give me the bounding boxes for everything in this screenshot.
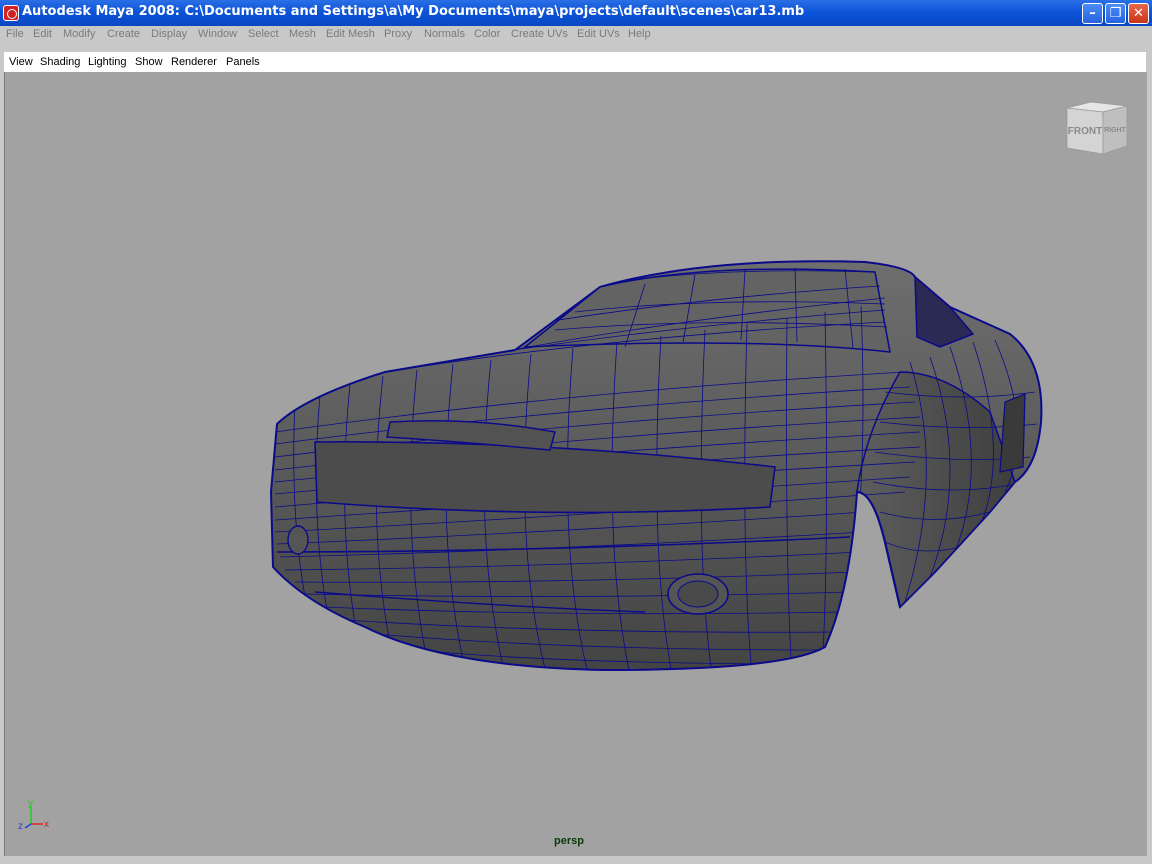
car-fog-light-left (287, 525, 309, 555)
z-axis-label: z (18, 821, 23, 832)
menu-normals[interactable]: Normals (424, 28, 465, 40)
menu-select[interactable]: Select (248, 28, 279, 40)
close-icon: ✕ (1133, 6, 1144, 21)
menu-edit[interactable]: Edit (33, 28, 52, 40)
panel-menu-shading[interactable]: Shading (40, 56, 80, 68)
menu-file[interactable]: File (6, 28, 24, 40)
main-menu-bar: File Edit Modify Create Display Window S… (0, 26, 1152, 44)
close-button[interactable]: ✕ (1128, 3, 1149, 24)
minimize-icon: – (1089, 6, 1096, 21)
minimize-button[interactable]: – (1082, 3, 1103, 24)
bottom-border (0, 856, 1152, 864)
menu-help[interactable]: Help (628, 28, 651, 40)
car-windshield (522, 268, 891, 353)
menu-proxy[interactable]: Proxy (384, 28, 412, 40)
camera-name-label: persp (554, 835, 584, 847)
car-fog-light-right-inner (677, 580, 719, 608)
menu-create-uvs[interactable]: Create UVs (511, 28, 568, 40)
restore-button[interactable]: ❐ (1105, 3, 1126, 24)
y-axis-label: y (28, 798, 33, 809)
menu-separator (0, 44, 1152, 52)
menu-mesh[interactable]: Mesh (289, 28, 316, 40)
perspective-viewport[interactable]: FRONT RIGHT y x z persp (4, 72, 1147, 856)
menu-window[interactable]: Window (198, 28, 237, 40)
axis-gizmo: y x z (18, 798, 49, 832)
restore-icon: ❐ (1109, 6, 1122, 21)
panel-menu-view[interactable]: View (9, 56, 33, 68)
menu-create[interactable]: Create (107, 28, 140, 40)
menu-display[interactable]: Display (151, 28, 187, 40)
panel-menu-panels[interactable]: Panels (226, 56, 260, 68)
window-title: Autodesk Maya 2008: C:\Documents and Set… (22, 4, 805, 19)
panel-menu-renderer[interactable]: Renderer (171, 56, 217, 68)
view-cube[interactable]: FRONT RIGHT (1061, 100, 1129, 160)
title-bar[interactable]: Autodesk Maya 2008: C:\Documents and Set… (0, 0, 1152, 26)
menu-modify[interactable]: Modify (63, 28, 95, 40)
panel-menu-show[interactable]: Show (135, 56, 163, 68)
view-cube-right-label: RIGHT (1104, 127, 1127, 134)
menu-edit-mesh[interactable]: Edit Mesh (326, 28, 375, 40)
x-axis-label: x (44, 819, 49, 830)
car-side-window (914, 275, 975, 348)
z-axis-line (24, 823, 32, 829)
view-cube-front-label: FRONT (1068, 126, 1102, 137)
car-mesh-model[interactable] (5, 72, 1147, 856)
menu-edit-uvs[interactable]: Edit UVs (577, 28, 620, 40)
menu-color[interactable]: Color (474, 28, 500, 40)
panel-menu-lighting[interactable]: Lighting (88, 56, 127, 68)
panel-menu-bar: View Shading Lighting Show Renderer Pane… (4, 52, 1146, 73)
maya-app-icon[interactable] (3, 5, 19, 21)
